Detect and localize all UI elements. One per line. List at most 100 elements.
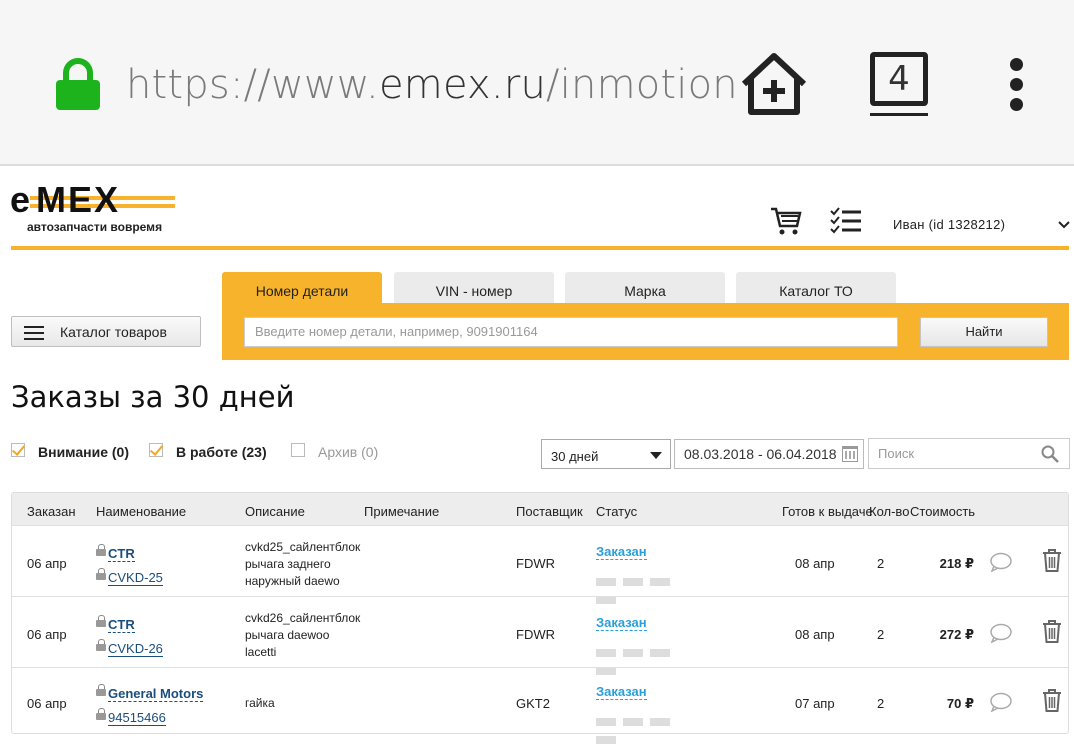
search-icon[interactable] <box>1041 445 1059 463</box>
quantity: 2 <box>877 696 885 711</box>
tab-count: 4 <box>870 52 928 106</box>
brand-link[interactable]: CTR <box>108 547 135 562</box>
description-line: lacetti <box>245 645 277 659</box>
period-select-value: 30 дней <box>551 449 599 464</box>
orders-table: Заказан Наименование Описание Примечание… <box>11 492 1069 744</box>
brand-link[interactable]: General Motors <box>108 687 204 702</box>
dropdown-arrow-icon <box>650 452 662 459</box>
description: cvkd26_сайлентблок рычага daewoo lacetti <box>245 610 375 661</box>
add-to-home-icon[interactable] <box>738 50 810 118</box>
trash-icon[interactable] <box>1042 619 1062 643</box>
svg-text:e: e <box>10 180 29 220</box>
ordered-date: 06 апр <box>27 696 67 711</box>
col-description: Описание <box>245 504 305 519</box>
tab-part-number[interactable]: Номер детали <box>222 272 382 303</box>
supplier: GKT2 <box>516 696 550 711</box>
tab-brand[interactable]: Марка <box>565 272 725 303</box>
status-link[interactable]: Заказан <box>596 616 647 631</box>
logo-tagline: автозапчасти вовремя <box>27 220 163 234</box>
ready-date: 07 апр <box>795 696 835 711</box>
table-row: 06 апр General Motors 94515466 гайка GKT… <box>12 667 1068 744</box>
calendar-icon[interactable] <box>842 446 858 462</box>
lock-icon <box>96 639 106 651</box>
checkbox-in-progress[interactable] <box>149 443 163 457</box>
description-line: рычага заднего <box>245 557 331 571</box>
tab-maintenance-catalog[interactable]: Каталог ТО <box>736 272 896 303</box>
table-row: 06 апр CTR CVKD-26 cvkd26_сайлентблок ры… <box>12 596 1068 675</box>
lock-icon <box>96 615 106 627</box>
tabs-underline <box>870 113 928 116</box>
url-host: emex.ru <box>378 62 547 108</box>
lock-icon <box>96 684 106 696</box>
more-menu-icon[interactable] <box>1008 58 1026 112</box>
trash-icon[interactable] <box>1042 688 1062 712</box>
col-status[interactable]: Статус <box>596 504 637 519</box>
status-progress <box>596 573 700 604</box>
status-progress <box>596 713 700 744</box>
ready-date: 08 апр <box>795 556 835 571</box>
col-price[interactable]: Стоимость <box>910 504 975 519</box>
status-progress <box>596 644 700 675</box>
description-line: наружный daewo <box>245 574 340 588</box>
description-line: cvkd25_сайлентблок <box>245 540 361 554</box>
svg-text:MEX: MEX <box>36 180 120 220</box>
address-bar[interactable]: https://www.emex.ru/inmotion <box>126 62 738 108</box>
quantity: 2 <box>877 627 885 642</box>
filter-in-progress-label: В работе (23) <box>176 444 267 460</box>
ready-date: 08 апр <box>795 627 835 642</box>
orders-search-input[interactable]: Поиск <box>868 438 1070 469</box>
col-ready[interactable]: Готов к выдаче <box>782 504 876 519</box>
supplier: FDWR <box>516 556 555 571</box>
price: 70 ₽ <box>946 696 974 711</box>
chevron-down-icon[interactable] <box>1058 219 1070 231</box>
price: 272 ₽ <box>939 627 974 642</box>
part-number-link[interactable]: CVKD-26 <box>108 642 163 657</box>
table-row: 06 апр CTR CVKD-25 cvkd25_сайлентблок ры… <box>12 525 1068 604</box>
brand-link[interactable]: CTR <box>108 618 135 633</box>
tabs-button[interactable]: 4 <box>866 50 930 120</box>
table-header: Заказан Наименование Описание Примечание… <box>12 493 1068 525</box>
supplier: FDWR <box>516 627 555 642</box>
ordered-date: 06 апр <box>27 556 67 571</box>
browser-toolbar: https://www.emex.ru/inmotion 4 <box>0 0 1074 166</box>
catalog-button-label: Каталог товаров <box>60 324 167 340</box>
description: гайка <box>245 695 375 712</box>
col-name[interactable]: Наименование <box>96 504 186 519</box>
quantity: 2 <box>877 556 885 571</box>
col-ordered[interactable]: Заказан <box>27 504 76 519</box>
period-select[interactable]: 30 дней <box>541 439 671 469</box>
col-supplier[interactable]: Поставщик <box>516 504 583 519</box>
description-line: cvkd26_сайлентблок <box>245 611 361 625</box>
search-button[interactable]: Найти <box>920 317 1048 347</box>
comment-icon[interactable] <box>989 692 1013 712</box>
status-link[interactable]: Заказан <box>596 685 647 700</box>
cart-icon[interactable] <box>770 206 802 236</box>
catalog-button[interactable]: Каталог товаров <box>11 316 201 347</box>
checkbox-attention[interactable] <box>11 443 25 457</box>
filter-archive-label: Архив (0) <box>318 444 379 460</box>
col-qty: Кол-во <box>869 504 910 519</box>
part-number-link[interactable]: 94515466 <box>108 711 166 726</box>
status-link[interactable]: Заказан <box>596 545 647 560</box>
date-range-input[interactable]: 08.03.2018 - 06.04.2018 <box>674 439 864 469</box>
price: 218 ₽ <box>939 556 974 571</box>
url-scheme: https://www. <box>126 62 379 108</box>
lock-icon <box>56 58 100 110</box>
date-range-value: 08.03.2018 - 06.04.2018 <box>684 446 837 462</box>
checklist-icon[interactable] <box>830 207 862 235</box>
lock-icon <box>96 568 106 580</box>
col-note: Примечание <box>364 504 440 519</box>
orders-search-placeholder: Поиск <box>878 446 915 461</box>
header-divider <box>11 246 1069 250</box>
part-number-link[interactable]: CVKD-25 <box>108 571 163 586</box>
page-title: Заказы за 30 дней <box>11 380 295 414</box>
checkbox-archive[interactable] <box>291 443 305 457</box>
comment-icon[interactable] <box>989 623 1013 643</box>
tab-vin[interactable]: VIN - номер <box>394 272 554 303</box>
trash-icon[interactable] <box>1042 548 1062 572</box>
filter-attention-label: Внимание (0) <box>38 444 129 460</box>
description-line: рычага daewoo <box>245 628 330 642</box>
comment-icon[interactable] <box>989 552 1013 572</box>
user-menu[interactable]: Иван (id 1328212) <box>893 217 1005 232</box>
part-search-input[interactable]: Введите номер детали, например, 90919011… <box>244 317 898 347</box>
